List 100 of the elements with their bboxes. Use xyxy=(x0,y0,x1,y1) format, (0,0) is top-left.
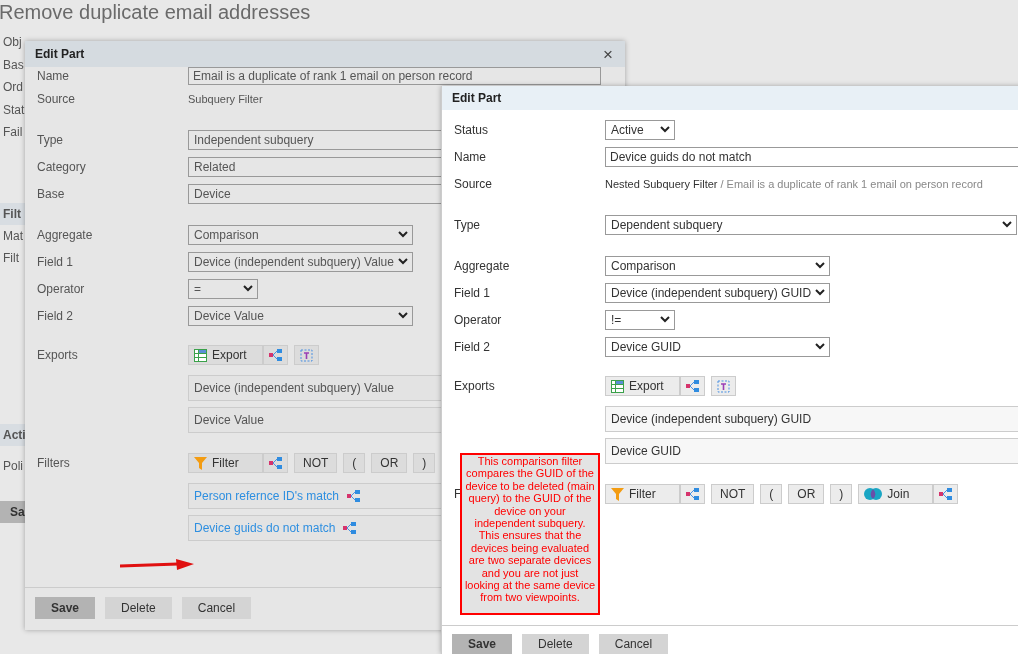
chevron-down-icon xyxy=(398,231,408,238)
chevron-down-icon xyxy=(398,312,408,319)
field-label: Obj xyxy=(3,35,22,49)
dropdown[interactable]: Dependent subquery xyxy=(605,214,1017,235)
hierarchy-button[interactable] xyxy=(680,484,705,504)
dropdown[interactable]: Device GUID xyxy=(605,336,830,357)
operator-button[interactable]: NOT xyxy=(294,453,338,473)
funnel-icon xyxy=(194,456,207,470)
hierarchy-icon xyxy=(347,490,360,502)
text-tool-button[interactable] xyxy=(711,376,736,396)
field-label: Operator xyxy=(37,281,85,296)
funnel-icon xyxy=(611,487,624,501)
dialog-button[interactable]: Save xyxy=(35,597,96,619)
hierarchy-button[interactable] xyxy=(933,484,959,504)
dropdown[interactable]: = xyxy=(188,278,258,299)
field-label: Source xyxy=(37,91,76,106)
field-label: Operator xyxy=(454,312,502,327)
field-label: Category xyxy=(37,159,86,174)
partial-button[interactable]: Sa xyxy=(0,501,25,523)
field-label: Exports xyxy=(454,379,495,393)
filter-button[interactable]: Filter xyxy=(188,453,263,473)
hierarchy-button[interactable] xyxy=(680,376,705,396)
field-label: Field 1 xyxy=(37,254,74,269)
page-title: Remove duplicate email addresses xyxy=(0,1,312,25)
source-path-text: / Email is a duplicate of rank 1 email on person record xyxy=(720,177,983,190)
export-button[interactable]: Export xyxy=(188,345,263,365)
section-header: Acti xyxy=(0,423,25,446)
dropdown[interactable]: Device (independent subquery) Value xyxy=(188,251,413,272)
field-label: Fail xyxy=(3,125,23,139)
field-label: Mat xyxy=(3,228,23,243)
chevron-down-icon xyxy=(815,343,825,350)
chevron-down-icon xyxy=(398,258,408,265)
operator-button[interactable]: ) xyxy=(413,453,436,473)
field-label: Field 2 xyxy=(454,339,491,354)
dialog-button[interactable]: Save xyxy=(452,634,513,654)
section-header: Filt xyxy=(0,202,25,225)
annotation-note: This comparison filter compares the GUID of the device to be deleted (main query) to the GUID of the device on your independent subquery. This ensures that the devices being evaluated are two separate devices and you are not just looking at the same device from two viewpoints. xyxy=(460,453,600,615)
hierarchy-icon xyxy=(686,488,699,500)
field-label: Field 2 xyxy=(37,308,74,323)
chevron-down-icon xyxy=(660,126,670,133)
field-label: Base xyxy=(37,186,65,201)
operator-button[interactable]: ) xyxy=(830,484,853,504)
source-text: Subquery Filter xyxy=(188,92,263,105)
hierarchy-icon xyxy=(269,457,282,469)
field-label: Filt xyxy=(3,251,19,265)
operator-button[interactable]: NOT xyxy=(711,484,755,504)
dropdown[interactable]: Active xyxy=(605,119,675,140)
chevron-down-icon xyxy=(660,316,670,323)
operator-button[interactable]: ( xyxy=(343,453,366,473)
field-label: Type xyxy=(37,132,63,147)
dialog-title: Edit Part xyxy=(452,91,502,105)
export-item[interactable]: Device GUID xyxy=(605,438,1018,464)
dialog-button[interactable]: Cancel xyxy=(598,634,669,654)
dialog-button[interactable]: Delete xyxy=(105,597,172,619)
dialog-title: Edit Part xyxy=(35,47,85,61)
text-frame-icon xyxy=(717,379,730,393)
hierarchy-icon xyxy=(343,522,357,534)
hierarchy-icon xyxy=(269,349,282,361)
dropdown[interactable]: Device (independent subquery) GUID xyxy=(605,282,830,303)
field-label: Field 1 xyxy=(454,285,491,300)
chevron-down-icon xyxy=(243,285,253,292)
dialog-button[interactable]: Cancel xyxy=(181,597,252,619)
field-label: Ord xyxy=(3,80,23,94)
chevron-down-icon xyxy=(815,289,826,296)
source-text: Nested Subquery Filter xyxy=(605,177,718,190)
name-field[interactable]: Device guids do not match xyxy=(605,146,1018,167)
dropdown[interactable]: != xyxy=(605,309,675,330)
chevron-down-icon xyxy=(1002,221,1012,228)
dropdown[interactable]: Comparison xyxy=(605,255,830,276)
name-field[interactable]: Email is a duplicate of rank 1 email on person record xyxy=(188,67,601,85)
dropdown[interactable]: Device Value xyxy=(188,305,413,326)
chevron-down-icon xyxy=(815,262,825,269)
hierarchy-button[interactable] xyxy=(263,345,288,365)
operator-button[interactable]: OR xyxy=(788,484,825,504)
table-icon xyxy=(194,348,207,362)
operator-button[interactable]: ( xyxy=(760,484,783,504)
field-label: Poli xyxy=(3,458,23,473)
field-label: Stat xyxy=(3,102,25,117)
field-label: Name xyxy=(37,69,69,83)
export-button[interactable]: Export xyxy=(605,376,680,396)
hierarchy-icon xyxy=(686,380,699,392)
field-label: Aggregate xyxy=(454,258,510,273)
join-button[interactable]: Join xyxy=(858,484,934,504)
table-icon xyxy=(611,379,624,393)
field-label: Aggregate xyxy=(37,227,93,242)
field-label: Bas xyxy=(3,57,24,72)
operator-button[interactable]: OR xyxy=(371,453,408,473)
dropdown[interactable]: Comparison xyxy=(188,224,413,245)
field-label: Type xyxy=(454,217,480,232)
export-item[interactable]: Device (independent subquery) GUID xyxy=(605,406,1018,432)
text-tool-button[interactable] xyxy=(294,345,319,365)
dialog-button[interactable]: Delete xyxy=(522,634,589,654)
close-button[interactable]: × xyxy=(601,45,615,63)
filter-button[interactable]: Filter xyxy=(605,484,680,504)
field-label: Filters xyxy=(37,456,70,470)
hierarchy-icon xyxy=(939,488,953,500)
text-frame-icon xyxy=(300,348,313,362)
field-label: Exports xyxy=(37,348,78,362)
overlapping-circles-icon xyxy=(864,488,883,500)
hierarchy-button[interactable] xyxy=(263,453,288,473)
